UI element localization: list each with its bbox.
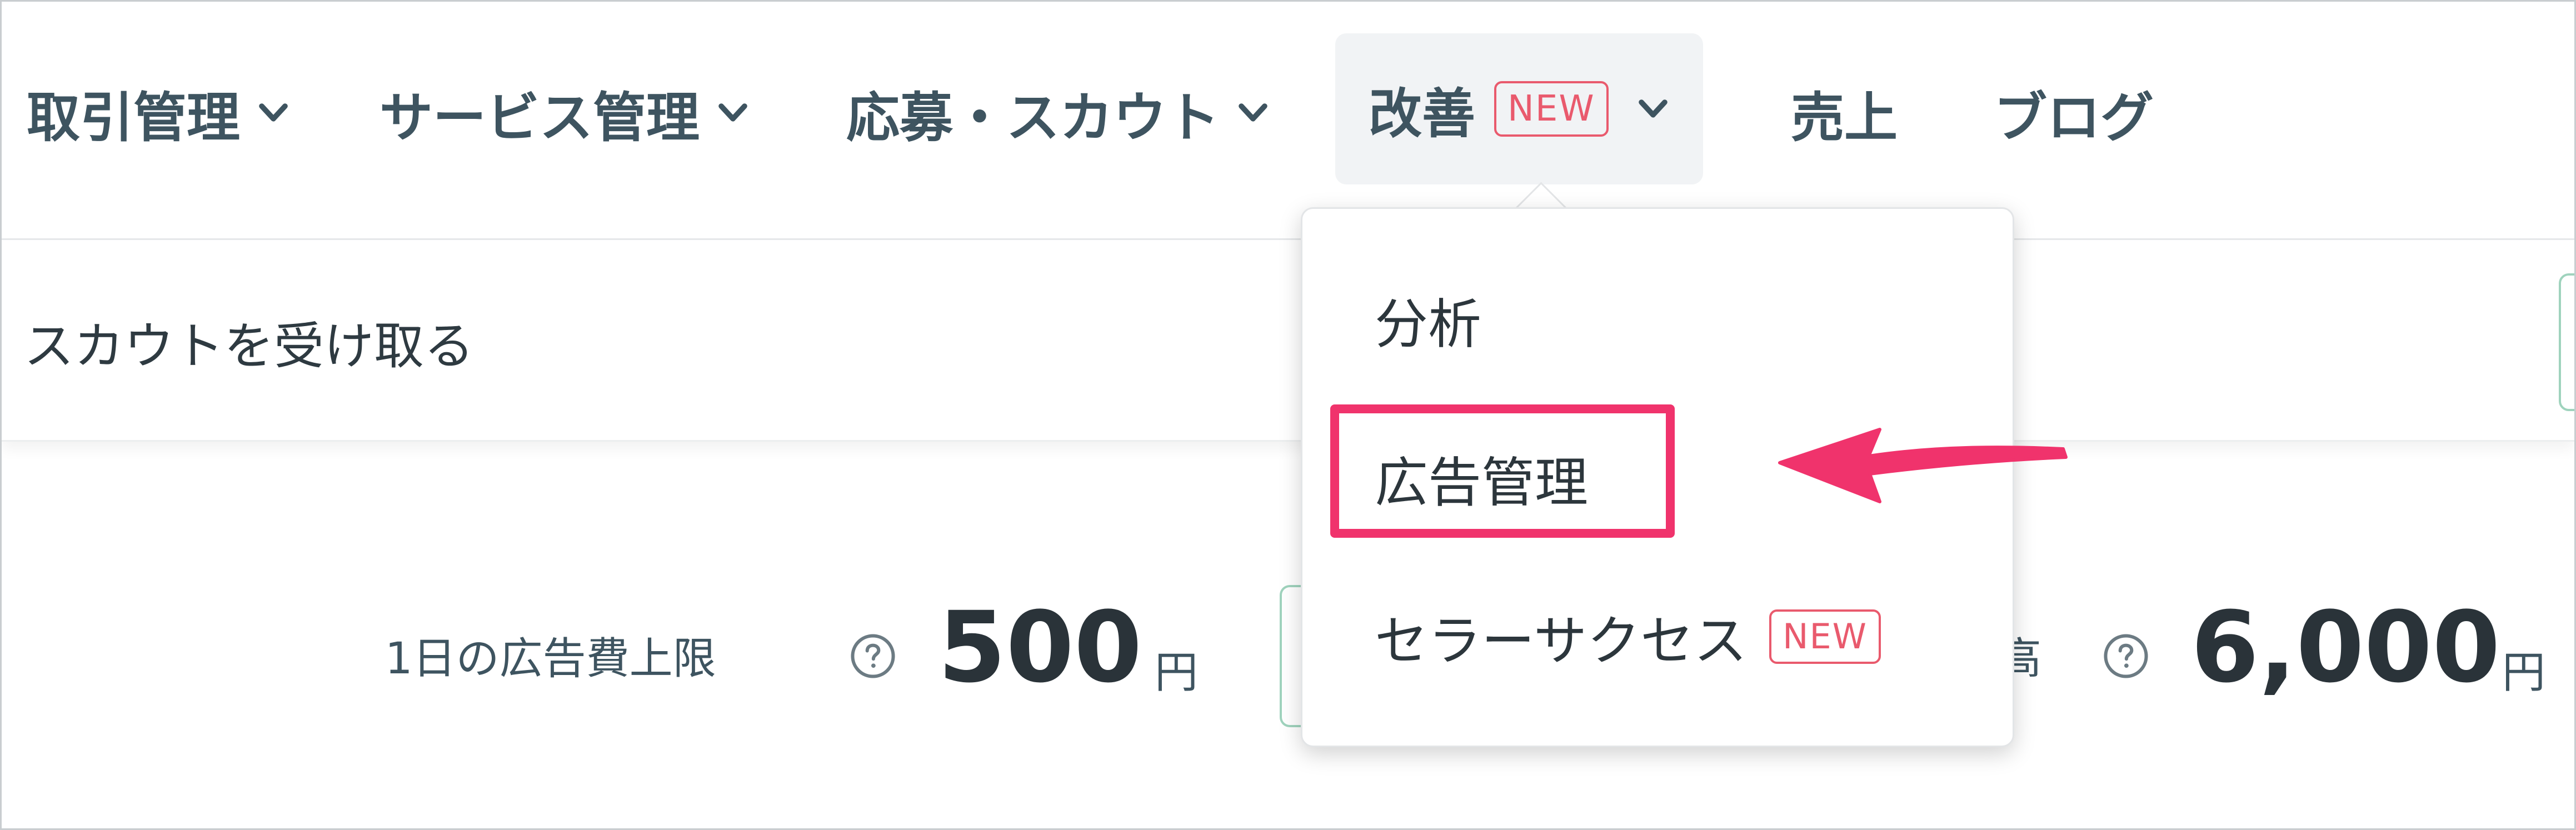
pointer-arrow-icon [1778,428,2068,503]
daily-ad-limit-value: 500 [938,591,1142,704]
nav-item-label: ブログ [1994,86,2154,149]
chevron-down-icon [1638,99,1668,118]
new-badge: NEW [1494,81,1609,137]
receive-scout-label[interactable]: スカウトを受け取る [24,306,474,378]
help-icon[interactable] [849,632,897,680]
nav-item-sales[interactable]: 売上 [1791,74,1898,152]
nav-item-blog[interactable]: ブログ [1994,74,2154,152]
daily-ad-limit-label: 1日の広告費上限 [385,634,716,684]
daily-ad-limit-unit: 円 [1155,648,1199,698]
highlight-frame [1330,404,1675,538]
scout-subbar: スカウトを受け取る [2,240,2574,442]
top-navigation: 取引管理 サービス管理 応募・スカウト 改善 NEW 売上 ブログ [2,2,2574,240]
nav-item-label: 取引管理 [27,86,240,149]
screenshot-frame: 取引管理 サービス管理 応募・スカウト 改善 NEW 売上 ブログ スカウトを受… [0,0,2576,830]
nav-item-service-management[interactable]: サービス管理 [380,74,750,152]
menu-item-analytics[interactable]: 分析 [1375,281,1481,358]
menu-item-label: 分析 [1375,293,1481,356]
help-icon[interactable] [2102,632,2150,680]
nav-item-label: 売上 [1791,86,1898,149]
balance-value: 6,000 [2191,591,2500,704]
chevron-down-icon [259,103,288,122]
new-badge: NEW [1769,609,1881,664]
chevron-down-icon [718,103,747,122]
menu-item-seller-success[interactable]: セラーサクセス NEW [1375,598,1881,675]
nav-item-label: サービス管理 [380,86,700,149]
nav-item-label: 応募・スカウト [846,86,1220,149]
chevron-down-icon [1239,103,1267,122]
balance-unit: 円 [2502,648,2546,698]
menu-item-label: セラーサクセス [1375,610,1748,672]
nav-item-applications-scout[interactable]: 応募・スカウト [846,74,1270,152]
nav-item-transactions[interactable]: 取引管理 [27,74,290,152]
nav-item-improvement[interactable]: 改善 NEW [1335,33,1703,184]
nav-item-label: 改善 [1369,82,1475,145]
toggle-edge[interactable] [2559,273,2574,411]
